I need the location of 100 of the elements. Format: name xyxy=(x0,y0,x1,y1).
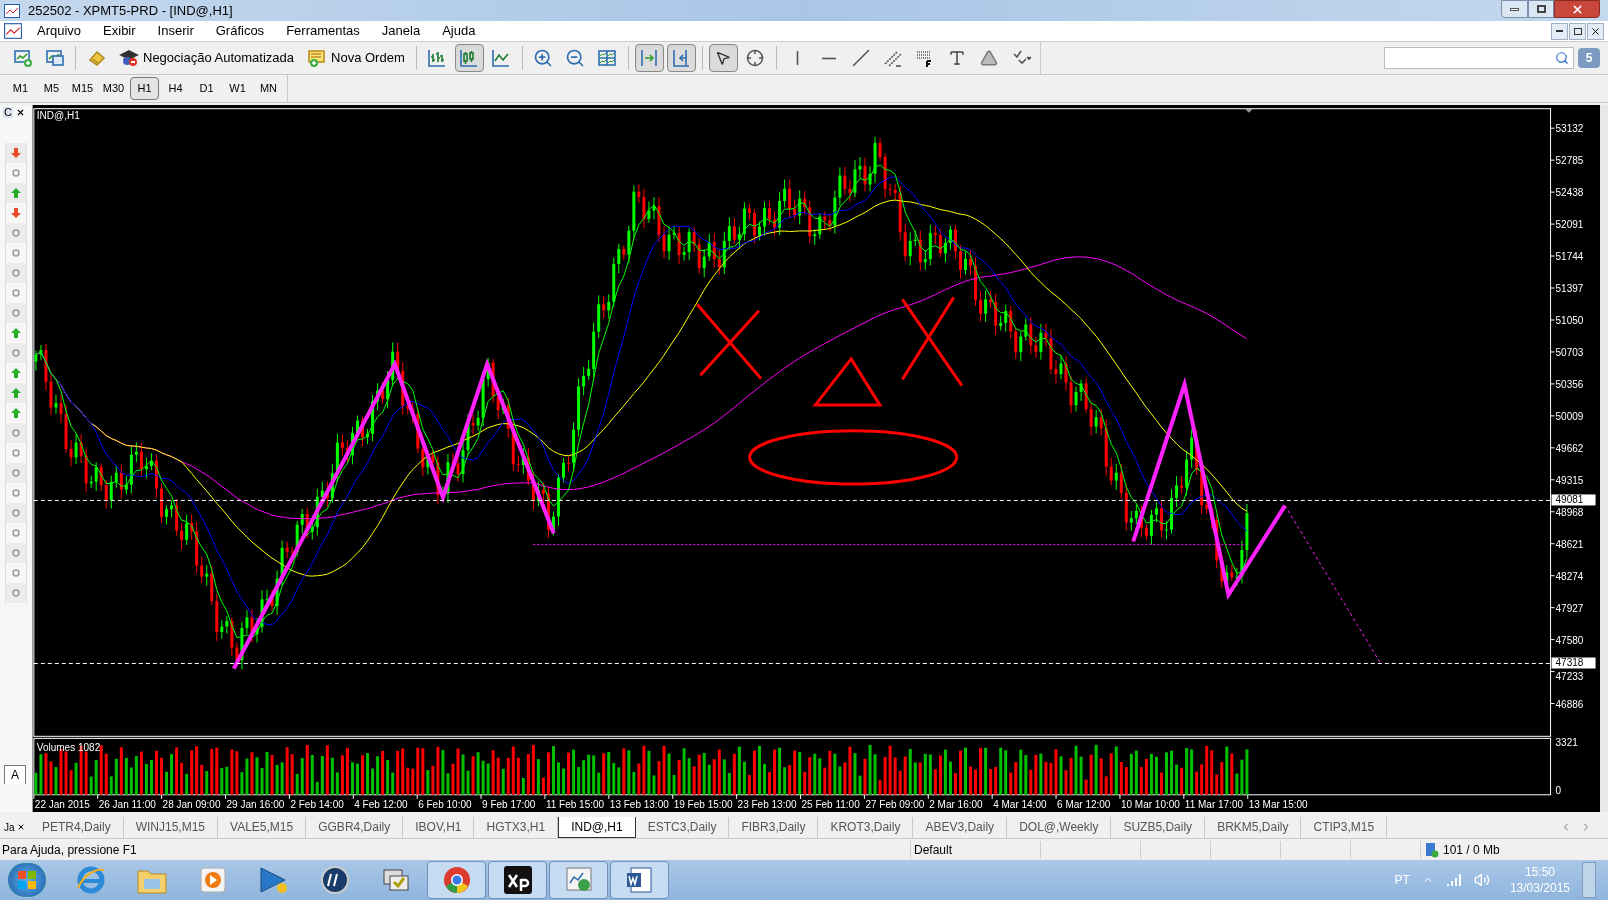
panel-tab[interactable]: Ja xyxy=(4,819,15,835)
circle-icon xyxy=(12,589,20,597)
volume-axis-label: 0 xyxy=(1555,784,1562,796)
close-icon xyxy=(1590,25,1601,37)
chart-tab[interactable]: BRKM5,Daily xyxy=(1205,816,1302,838)
volume-icon[interactable] xyxy=(1473,872,1490,888)
minimize-icon xyxy=(1556,30,1563,32)
panel-tab[interactable]: A xyxy=(4,765,26,784)
trend-line-icon xyxy=(852,49,871,67)
time-label: 23 Feb 13:00 xyxy=(737,799,797,811)
start-button[interactable] xyxy=(7,862,47,898)
price-marker-label: 47318 xyxy=(1555,657,1584,669)
timeframe-tab[interactable]: MN xyxy=(254,77,283,100)
close-button[interactable] xyxy=(1554,0,1600,18)
chart-tab[interactable]: ABEV3,Daily xyxy=(913,816,1008,838)
restore-button[interactable] xyxy=(1569,22,1586,40)
windows-logo-icon xyxy=(17,870,37,890)
chart-tab[interactable]: KROT3,Daily xyxy=(818,816,914,838)
time-label: 9 Feb 17:00 xyxy=(482,799,536,811)
timeframe-tab[interactable]: M30 xyxy=(99,77,128,100)
time-label: 13 Mar 15:00 xyxy=(1248,799,1308,811)
circle-icon xyxy=(12,469,20,477)
triangle-mark xyxy=(812,356,883,407)
order-plus-icon xyxy=(307,48,328,68)
menu-item[interactable]: Inserir xyxy=(146,21,205,41)
chart-tab[interactable]: SUZB5,Daily xyxy=(1111,816,1206,838)
chart-tab[interactable]: FIBR3,Daily xyxy=(729,816,819,838)
triangle-icon xyxy=(980,49,999,67)
chart-tab[interactable]: PETR4,Daily xyxy=(30,816,124,838)
bar-chart-icon xyxy=(427,48,448,68)
toolbar-button[interactable]: Negociação Automatizada xyxy=(114,44,300,72)
restore-icon xyxy=(1536,5,1546,13)
price-label: 48968 xyxy=(1555,506,1584,518)
timeframe-tab[interactable]: M15 xyxy=(68,77,97,100)
chart-shift-button[interactable] xyxy=(666,44,696,72)
close-icon[interactable] xyxy=(15,107,25,117)
circle-icon xyxy=(12,289,20,297)
toolbar-button[interactable]: Nova Ordem xyxy=(302,44,410,72)
chart-tab[interactable]: GGBR4,Daily xyxy=(306,816,404,838)
timeframe-tab[interactable]: H1 xyxy=(130,77,159,100)
time-label: 11 Mar 17:00 xyxy=(1184,799,1243,811)
minimize-button[interactable] xyxy=(1551,22,1568,40)
chart-tab[interactable]: ESTC3,Daily xyxy=(635,816,730,838)
autoscroll-button[interactable] xyxy=(634,44,664,72)
cursor-button[interactable] xyxy=(708,44,738,72)
price-label: 49315 xyxy=(1555,474,1584,486)
circle-icon xyxy=(12,349,20,357)
autoscroll-icon xyxy=(639,48,660,68)
document-icon xyxy=(624,865,655,895)
chart-tab[interactable]: CTIP3,M15 xyxy=(1301,816,1388,838)
time-label: 11 Feb 15:00 xyxy=(545,799,605,811)
show-desktop-button[interactable] xyxy=(1582,862,1596,898)
crosshair-icon xyxy=(746,49,765,67)
candlestick-button[interactable] xyxy=(454,44,484,72)
menu-item[interactable]: Gráficos xyxy=(204,21,276,41)
timeframe-tab[interactable]: H4 xyxy=(161,77,190,100)
circle-icon xyxy=(12,249,20,257)
scrollbar[interactable] xyxy=(1600,105,1608,812)
down-arrow-icon xyxy=(11,148,21,158)
chart-tab[interactable]: IND@,H1 xyxy=(558,816,636,838)
volume-axis-label: 3321 xyxy=(1555,737,1578,749)
close-button[interactable] xyxy=(1587,22,1604,40)
taskbar-app-button[interactable] xyxy=(610,861,669,899)
menu-item[interactable]: Janela xyxy=(370,21,432,41)
network-icon xyxy=(1425,841,1439,858)
menu-item[interactable]: Arquivo xyxy=(26,21,93,41)
timeframe-tab[interactable]: W1 xyxy=(223,77,252,100)
timeframe-tab[interactable]: M1 xyxy=(6,77,35,100)
circle-icon xyxy=(12,569,20,577)
up-arrow-icon xyxy=(11,188,21,198)
chart-tab[interactable]: VALE5,M15 xyxy=(218,816,307,838)
close-icon xyxy=(1570,2,1584,16)
circle-icon xyxy=(12,509,20,517)
menu-item[interactable]: Exibir xyxy=(92,21,147,41)
price-label: 51050 xyxy=(1555,315,1584,326)
chart-tab[interactable]: WINJ15,M15 xyxy=(123,816,219,838)
traffic-text: 101 / 0 Mb xyxy=(1443,841,1500,859)
taskbar-app-button[interactable] xyxy=(488,861,547,899)
menu-item[interactable]: Ferramentas xyxy=(275,21,371,41)
time-label: 2 Mar 16:00 xyxy=(929,799,983,811)
chart-tab[interactable]: DOL@,Weekly xyxy=(1007,816,1112,838)
timeframe-tab[interactable]: M5 xyxy=(37,77,66,100)
circle-icon xyxy=(12,429,20,437)
time-label: 28 Jan 09:00 xyxy=(162,799,221,811)
timeframe-tab[interactable]: D1 xyxy=(192,77,221,100)
chart-tab[interactable]: IBOV,H1 xyxy=(403,816,475,838)
price-label: 49662 xyxy=(1555,442,1584,454)
restore-button[interactable] xyxy=(1528,0,1554,18)
search-field[interactable] xyxy=(1384,47,1574,69)
minimize-button[interactable] xyxy=(1501,0,1528,18)
signal-icon[interactable] xyxy=(1445,873,1462,887)
price-label: 47927 xyxy=(1555,602,1584,614)
menu-item[interactable]: Ajuda xyxy=(431,21,487,41)
time-label: 10 Mar 10:00 xyxy=(1120,799,1180,811)
time-label: 26 Jan 11:00 xyxy=(98,799,156,811)
status-text: Para Ajuda, pressione F1 xyxy=(1,841,138,859)
close-icon[interactable] xyxy=(16,823,25,831)
flag-icon xyxy=(257,865,290,895)
time-label: 29 Jan 16:00 xyxy=(226,799,285,811)
panel-tab[interactable]: C xyxy=(3,106,13,118)
